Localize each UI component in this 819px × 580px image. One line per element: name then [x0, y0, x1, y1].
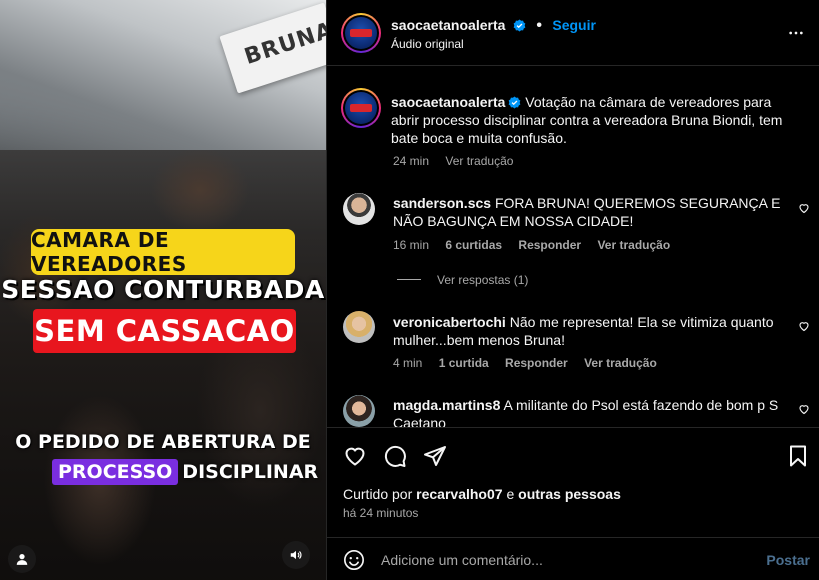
- reel-video[interactable]: BRUNA CAMARA DE VEREADORES SESSAO CONTUR…: [0, 0, 326, 580]
- video-banner-yellow: CAMARA DE VEREADORES: [31, 228, 295, 276]
- heart-icon[interactable]: [798, 320, 810, 332]
- more-horizontal-icon[interactable]: [788, 25, 804, 41]
- video-crowd: [0, 150, 326, 580]
- share-send-icon[interactable]: [423, 444, 447, 468]
- comment-meta: 16 min 6 curtidas Responder Ver tradução: [393, 238, 670, 252]
- liked-by-conj: e: [506, 486, 515, 502]
- video-banner-line2: SESSAO CONTURBADA: [1, 275, 325, 304]
- caption-translate[interactable]: Ver tradução: [445, 154, 513, 168]
- comment-username[interactable]: magda.martins8: [393, 397, 500, 413]
- video-caption-line1: O PEDIDO DE ABERTURA DE: [15, 431, 311, 453]
- caption-body: saocaetanoalerta Votação na câmara de ve…: [391, 93, 801, 147]
- protest-sign-text: BRUNA: [241, 17, 326, 70]
- video-banner-line1: CAMARA DE VEREADORES: [31, 228, 187, 276]
- video-caption-rest: DISCIPLINAR: [182, 461, 319, 483]
- comment-body: magda.martins8 A militante do Psol está …: [393, 396, 793, 427]
- follow-button[interactable]: Seguir: [552, 17, 596, 33]
- commenter-avatar[interactable]: [343, 193, 375, 225]
- caption-avatar[interactable]: [341, 88, 381, 128]
- verified-badge-icon: [509, 96, 521, 109]
- caption-time[interactable]: 24 min: [393, 154, 429, 168]
- liked-by-prefix: Curtido por: [343, 486, 413, 502]
- speaker-icon: [290, 550, 302, 560]
- post-timestamp[interactable]: há 24 minutos: [343, 506, 418, 520]
- comment-body: sanderson.scs FORA BRUNA! QUEREMOS SEGUR…: [393, 194, 793, 230]
- comment-translate[interactable]: Ver tradução: [584, 356, 657, 370]
- video-banner-red: SEM CASSACAO: [33, 309, 296, 353]
- comment-likes[interactable]: 6 curtidas: [445, 238, 502, 252]
- post-header: saocaetanoalerta • Seguir Áudio original: [327, 0, 819, 66]
- comment-username[interactable]: sanderson.scs: [393, 195, 491, 211]
- commenter-avatar[interactable]: [343, 395, 375, 427]
- reply-button[interactable]: Responder: [518, 238, 581, 252]
- like-heart-icon[interactable]: [343, 444, 367, 468]
- comment-meta: 4 min 1 curtida Responder Ver tradução: [393, 356, 657, 370]
- post-comment-button[interactable]: Postar: [766, 552, 810, 568]
- author-username[interactable]: saocaetanoalerta: [391, 17, 505, 33]
- reply-button[interactable]: Responder: [505, 356, 568, 370]
- header-separator: •: [536, 17, 542, 34]
- liked-by-user[interactable]: recarvalho07: [416, 486, 502, 502]
- comment-likes[interactable]: 1 curtida: [439, 356, 489, 370]
- replies-divider: [397, 279, 421, 280]
- commenter-avatar[interactable]: [343, 311, 375, 343]
- comment-translate[interactable]: Ver tradução: [597, 238, 670, 252]
- comment-bubble-icon[interactable]: [383, 444, 407, 468]
- save-bookmark-icon[interactable]: [786, 444, 810, 468]
- comment-body: veronicabertochi Não me representa! Ela …: [393, 313, 793, 349]
- liked-by-line: Curtido por recarvalho07 e outras pessoa…: [343, 486, 621, 502]
- comment-time[interactable]: 16 min: [393, 238, 429, 252]
- comments-list[interactable]: saocaetanoalerta Votação na câmara de ve…: [327, 67, 819, 427]
- caption-meta: 24 min Ver tradução: [393, 154, 513, 168]
- comment-input[interactable]: [381, 549, 741, 571]
- heart-icon[interactable]: [798, 202, 810, 214]
- add-comment-bar: Postar: [327, 537, 819, 580]
- post-panel: saocaetanoalerta • Seguir Áudio original…: [326, 0, 819, 580]
- heart-icon[interactable]: [798, 403, 810, 415]
- liked-by-others[interactable]: outras pessoas: [518, 486, 621, 502]
- caption-username[interactable]: saocaetanoalerta: [391, 94, 505, 110]
- verified-badge-icon: [513, 19, 526, 32]
- author-avatar[interactable]: [341, 13, 381, 53]
- video-caption-highlight: PROCESSO: [52, 459, 179, 485]
- user-icon: [16, 554, 28, 565]
- mute-button[interactable]: [282, 541, 310, 569]
- tagged-users-button[interactable]: [8, 545, 36, 573]
- audio-label[interactable]: Áudio original: [391, 37, 464, 51]
- emoji-icon[interactable]: [343, 549, 365, 571]
- view-replies-button[interactable]: Ver respostas (1): [437, 273, 528, 287]
- post-actions: Curtido por recarvalho07 e outras pessoa…: [327, 427, 819, 522]
- video-caption-line2: PROCESSO DISCIPLINAR: [52, 459, 318, 485]
- video-banner-line3: SEM CASSACAO: [34, 314, 295, 348]
- comment-time[interactable]: 4 min: [393, 356, 422, 370]
- comment-username[interactable]: veronicabertochi: [393, 314, 506, 330]
